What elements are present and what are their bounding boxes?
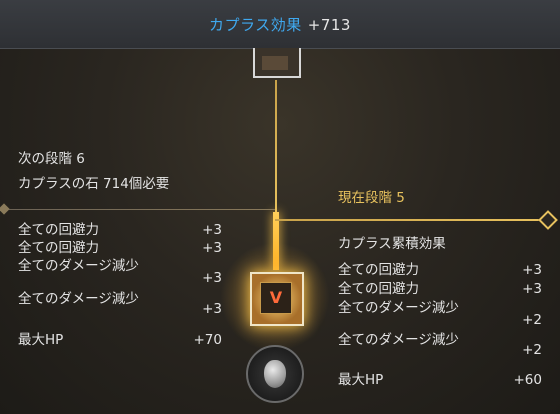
stone-requirement: カプラスの石 714個必要 (18, 176, 170, 192)
next-stage-node[interactable] (246, 345, 304, 403)
current-effect-value: +3 (522, 262, 542, 278)
current-effect-value: +60 (513, 372, 543, 388)
next-effect-value: +3 (202, 301, 222, 317)
next-effect-value: +3 (202, 222, 222, 238)
stage-node-v-icon: V (260, 282, 292, 314)
current-effect-name: 最大HP (338, 372, 384, 388)
divider-left-marker (0, 203, 10, 215)
next-effect-name: 全ての回避力 (18, 222, 99, 238)
current-effect-name: 全てのダメージ減少 (338, 300, 459, 316)
current-effect-name: 全ての回避力 (338, 281, 419, 297)
progress-line (275, 80, 277, 220)
current-stage-node[interactable]: V (250, 272, 304, 326)
cumulative-effect-title: カプラス累積効果 (338, 236, 446, 252)
current-effect-value: +2 (522, 312, 542, 328)
current-effect-name: 全ての回避力 (338, 262, 419, 278)
current-stage-divider (275, 219, 545, 221)
previous-stage-node-icon (262, 56, 288, 70)
title-label: カプラス効果 (209, 16, 302, 34)
current-stage-label: 現在段階 5 (338, 190, 405, 206)
next-effect-name: 最大HP (18, 332, 64, 348)
next-effect-value: +3 (202, 270, 222, 286)
next-effect-value: +3 (202, 240, 222, 256)
title-value: +713 (307, 16, 351, 34)
kapras-stone-icon (264, 360, 286, 388)
next-effect-name: 全てのダメージ減少 (18, 258, 139, 274)
current-effect-value: +3 (522, 281, 542, 297)
page-title: カプラス効果 +713 (0, 14, 560, 35)
current-effect-name: 全てのダメージ減少 (338, 332, 459, 348)
current-stage-diamond-icon (538, 210, 558, 230)
next-stage-label: 次の段階 6 (18, 151, 85, 167)
current-effect-value: +2 (522, 342, 542, 358)
next-effect-value: +70 (193, 332, 223, 348)
next-stage-divider (0, 209, 275, 210)
next-effect-name: 全ての回避力 (18, 240, 99, 256)
next-effect-name: 全てのダメージ減少 (18, 291, 139, 307)
